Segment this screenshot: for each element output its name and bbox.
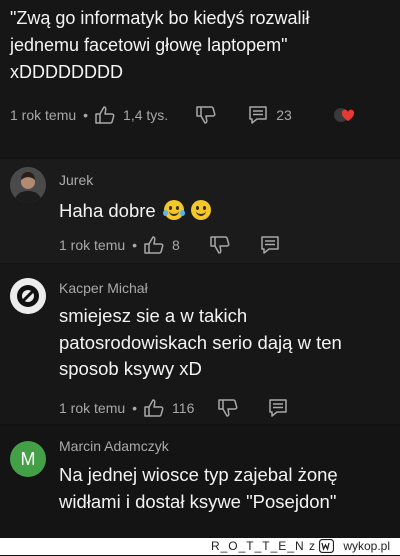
comment-actions: 1 rok temu • 1,4 tys. 23 [10,105,356,125]
comment-2: Jurek Haha dobre 1 rok temu • 8 [0,159,400,263]
like-count: 116 [172,400,195,416]
wykop-logo-icon [318,538,335,556]
thumbs-down-icon[interactable] [218,399,238,417]
comment-author[interactable]: Kacper Michał [59,280,148,296]
reply-icon[interactable] [268,398,288,418]
comment-text: smiejesz sie a w takich patosrodowiskach… [59,303,342,383]
comment-actions: 1 rok temu • 8 [59,235,280,255]
reply-count: 23 [276,107,292,123]
laughing-emoji-icon [162,200,185,220]
heart-icon [333,107,356,123]
thumbs-up-icon[interactable] [95,106,115,124]
comment-text: "Zwą go informatyk bo kiedyś rozwalił je… [10,5,310,86]
avatar-letter: M [20,448,36,469]
comment-1: "Zwą go informatyk bo kiedyś rozwalił je… [0,0,400,157]
comment-time: 1 rok temu [59,237,126,253]
watermark-user: R_O_T_T_E_N z [210,539,316,553]
avatar[interactable] [10,278,46,314]
avatar[interactable]: M [10,441,46,477]
like-count: 1,4 tys. [123,107,169,123]
avatar[interactable] [10,167,46,203]
watermark-site: wykop.pl [343,539,390,553]
reply-icon[interactable] [260,235,280,255]
reply-icon[interactable] [248,105,268,125]
comment-text-line: Haha dobre [59,200,156,221]
thumbs-up-icon[interactable] [144,236,164,254]
comment-text-line: smiejesz sie a w takich [59,305,248,326]
separator-dot: • [132,237,138,253]
comment-time: 1 rok temu [59,400,126,416]
separator-dot: • [83,107,89,123]
smiling-emoji-icon [190,200,211,220]
comment-text: Haha dobre [59,198,211,225]
comment-text-line: patosrodowiskach serio dają w ten [59,331,342,353]
comment-time: 1 rok temu [10,107,77,123]
comment-text-line: Na jednej wiosce typ zajebal żonę [59,464,338,485]
comment-text-line: widłami i dostał ksywe "Posejdon" [59,490,337,512]
comment-text: Na jednej wiosce typ zajebal żonę widłam… [59,462,338,515]
comment-text-line: jednemu facetowi głowę laptopem" [10,35,288,55]
separator-dot: • [132,400,138,416]
thumbs-down-icon[interactable] [210,236,230,254]
comment-3: Kacper Michał smiejesz sie a w takich pa… [0,264,400,424]
comment-text-line: xDDDDDDDD [10,62,123,82]
comment-4: M Marcin Adamczyk Na jednej wiosce typ z… [0,425,400,537]
comment-actions: 1 rok temu • 116 [59,398,288,418]
comment-author[interactable]: Marcin Adamczyk [59,438,169,454]
thumbs-down-icon[interactable] [196,106,216,124]
thumbs-up-icon[interactable] [144,399,164,417]
comment-text-line: "Zwą go informatyk bo kiedyś rozwalił [10,8,310,28]
like-count: 8 [172,237,180,253]
watermark-bar: R_O_T_T_E_N z wykop.pl [0,538,400,555]
comment-text-line: sposob ksywy xD [59,358,202,379]
comment-author[interactable]: Jurek [59,172,93,188]
